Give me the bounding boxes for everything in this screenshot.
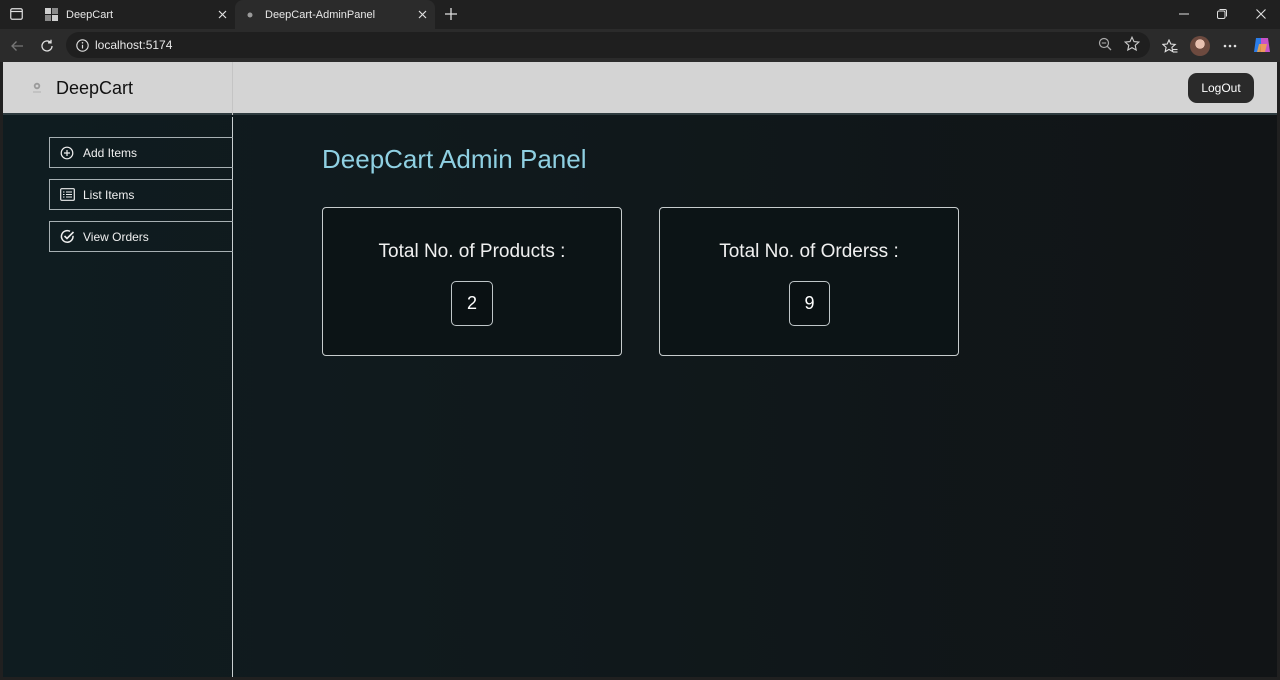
favorite-star-icon[interactable] [1123, 35, 1142, 54]
adminpanel-favicon-icon [243, 8, 257, 22]
list-icon [59, 187, 75, 203]
brand-name: DeepCart [56, 78, 134, 98]
sidebar-item-label: List Items [83, 187, 135, 202]
products-stat-card: Total No. of Products : 2 [322, 207, 622, 356]
add-circle-icon [59, 145, 75, 161]
deepcart-logo-icon [29, 79, 45, 95]
zoom-icon[interactable] [1098, 37, 1114, 53]
sidebar-item-add-items[interactable]: Add Items [49, 137, 233, 168]
url-text[interactable]: localhost:5174 [95, 38, 172, 52]
tab-title: DeepCart [66, 8, 114, 21]
copilot-icon[interactable] [1252, 35, 1272, 55]
new-tab-plus-icon[interactable] [441, 5, 461, 23]
browser-tab-adminpanel[interactable]: DeepCart-AdminPanel [235, 0, 435, 29]
stat-card-label: Total No. of Products : [378, 241, 566, 262]
sidebar: Add Items List Items View Orders [3, 117, 233, 677]
restore-icon[interactable] [1209, 4, 1235, 24]
back-arrow-icon[interactable] [6, 35, 28, 57]
close-icon[interactable] [213, 6, 231, 24]
profile-avatar[interactable] [1190, 36, 1210, 56]
navbar-divider [232, 62, 233, 115]
tab-title: DeepCart-AdminPanel [265, 8, 376, 21]
stat-card-value: 2 [451, 281, 493, 326]
address-bar[interactable]: localhost:5174 [66, 32, 1150, 58]
navbar: DeepCart LogOut [3, 62, 1277, 115]
browser-tab-deepcart[interactable]: DeepCart [36, 0, 235, 29]
check-circle-icon [59, 229, 75, 245]
reload-icon[interactable] [36, 35, 58, 57]
sidebar-item-label: View Orders [83, 229, 149, 244]
minimize-icon[interactable] [1171, 4, 1197, 24]
stat-card-value: 9 [789, 281, 830, 326]
logout-button[interactable]: LogOut [1188, 73, 1254, 103]
sidebar-item-label: Add Items [83, 145, 138, 160]
page-title: DeepCart Admin Panel [322, 144, 587, 174]
sidebar-item-view-orders[interactable]: View Orders [49, 221, 233, 252]
orders-stat-card: Total No. of Orderss : 9 [659, 207, 959, 356]
more-menu-icon[interactable] [1219, 35, 1241, 57]
window-close-icon[interactable] [1248, 4, 1274, 24]
sidebar-item-list-items[interactable]: List Items [49, 179, 233, 210]
site-info-icon[interactable] [74, 37, 90, 53]
close-icon[interactable] [413, 6, 431, 24]
page-viewport: DeepCart LogOut Add Items List Items Vie… [3, 62, 1277, 677]
browser-tab-strip: DeepCart DeepCart-AdminPanel [0, 0, 1280, 29]
browser-toolbar: localhost:5174 [0, 29, 1280, 62]
tab-actions-icon[interactable] [6, 5, 26, 23]
deepcart-favicon-icon [44, 8, 58, 22]
favorites-icon[interactable] [1159, 35, 1181, 57]
stat-card-label: Total No. of Orderss : [719, 241, 899, 262]
